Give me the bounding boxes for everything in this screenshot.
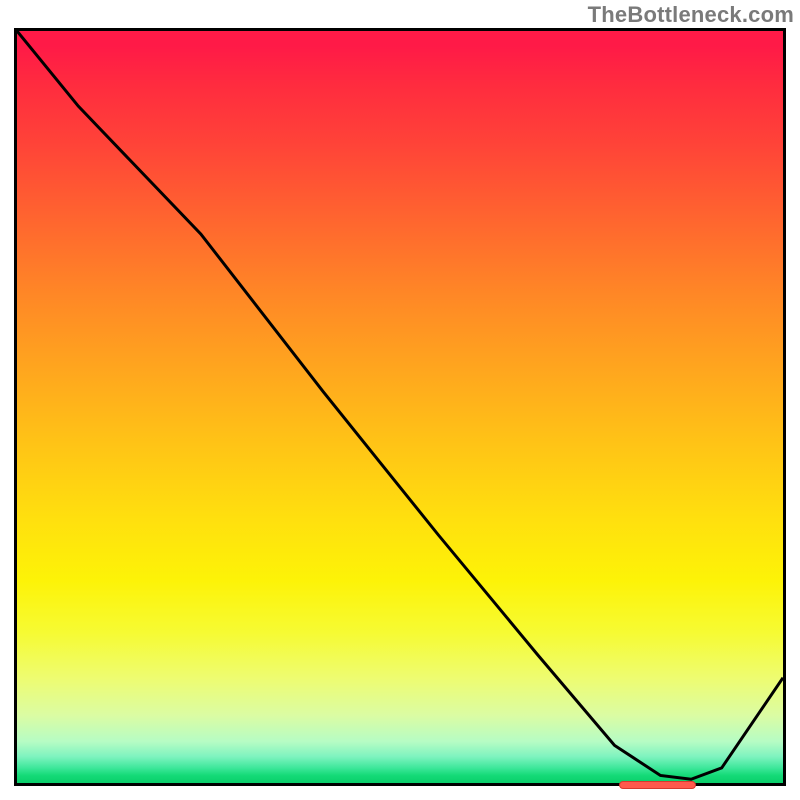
plot-area [14,28,786,786]
curve-path [17,31,783,779]
bottleneck-curve [17,31,783,783]
optimal-range-marker [619,781,696,789]
chart-container: TheBottleneck.com [0,0,800,800]
watermark-text: TheBottleneck.com [588,2,794,28]
